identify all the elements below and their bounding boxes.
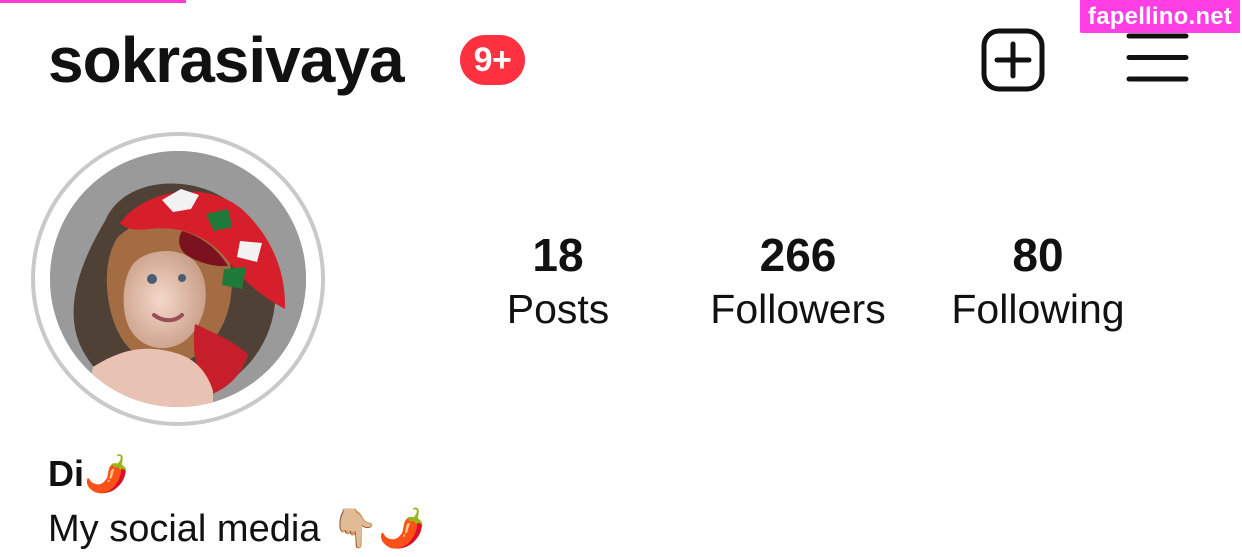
notification-badge[interactable]: 9+ bbox=[460, 35, 525, 85]
following-count: 80 bbox=[1012, 229, 1064, 281]
followers-label: Followers bbox=[710, 286, 886, 332]
posts-count: 18 bbox=[532, 229, 584, 281]
followers-stat[interactable]: 266 Followers bbox=[668, 227, 928, 335]
profile-avatar[interactable] bbox=[50, 151, 306, 407]
profile-header: sokrasivaya 9+ bbox=[0, 0, 1242, 110]
profile-avatar-ring[interactable] bbox=[31, 132, 325, 426]
posts-stat[interactable]: 18 Posts bbox=[428, 227, 688, 335]
display-name: Di🌶️ bbox=[48, 453, 129, 494]
followers-count: 266 bbox=[759, 229, 837, 281]
menu-button[interactable] bbox=[1126, 31, 1189, 84]
following-stat[interactable]: 80 Following bbox=[908, 227, 1168, 335]
plus-square-icon bbox=[980, 27, 1046, 93]
posts-label: Posts bbox=[506, 286, 610, 332]
hamburger-menu-icon bbox=[1126, 31, 1189, 84]
new-post-button[interactable] bbox=[980, 27, 1046, 93]
bio-text: My social media 👇🏼🌶️ bbox=[48, 508, 426, 550]
following-label: Following bbox=[951, 286, 1125, 332]
profile-bio: Di🌶️ My social media 👇🏼🌶️ bbox=[48, 446, 426, 550]
username[interactable]: sokrasivaya bbox=[48, 20, 405, 100]
